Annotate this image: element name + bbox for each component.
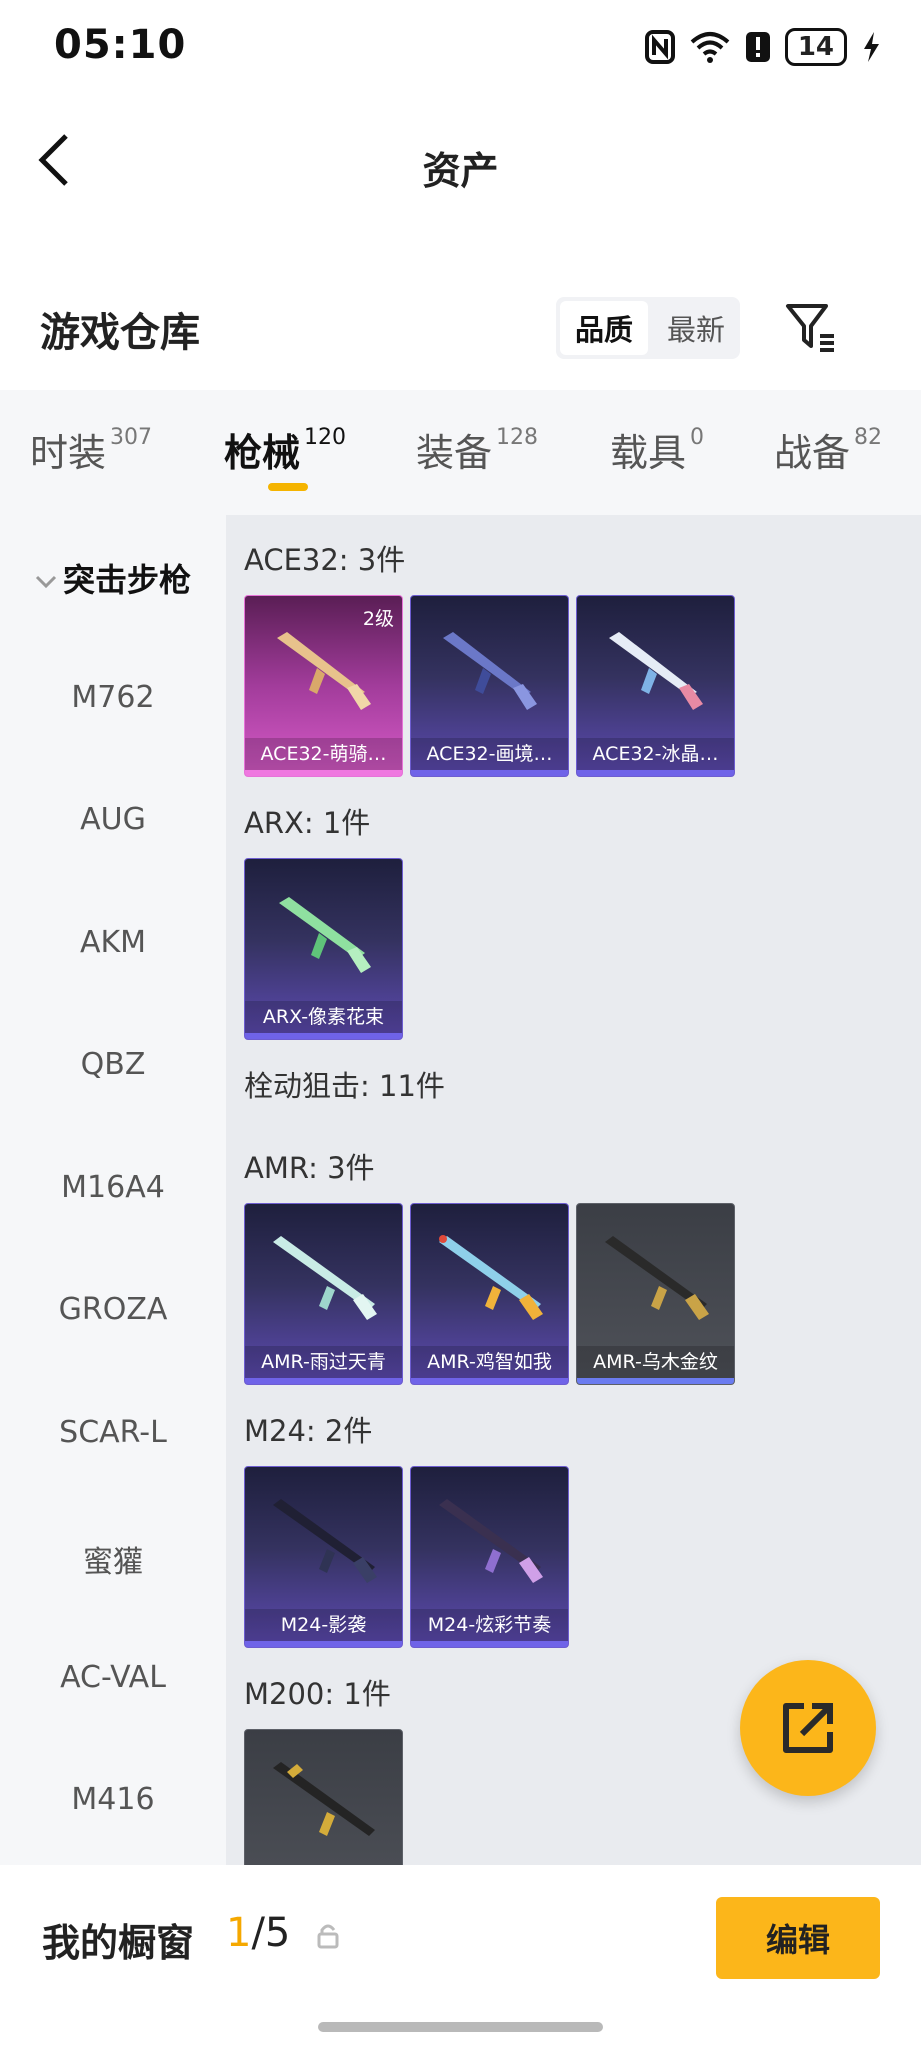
group-title: M24: 2件 <box>244 1414 373 1448</box>
sidebar-item[interactable]: M416 <box>0 1782 226 1817</box>
rarity-bar <box>411 1378 568 1384</box>
showcase-count: 1/5 <box>226 1910 291 1956</box>
group-title: ACE32: 3件 <box>244 543 406 577</box>
sidebar-item[interactable]: AUG <box>0 802 226 837</box>
filter-icon <box>786 304 834 352</box>
rarity-bar <box>245 1641 402 1647</box>
rarity-bar <box>577 770 734 776</box>
tab-supplies[interactable]: 战备 82 <box>774 422 882 477</box>
charging-icon <box>864 32 879 62</box>
page-title: 资产 <box>422 149 499 193</box>
weapon-name: ACE32-冰晶… <box>577 738 734 770</box>
battery-level: 14 <box>784 28 847 66</box>
weapon-card[interactable]: ACE32-画境… <box>410 595 569 777</box>
nfc-icon <box>644 30 675 64</box>
rarity-bar <box>245 770 402 776</box>
weapon-card[interactable]: AMR-鸡智如我 <box>410 1203 569 1385</box>
group-title: 栓动狙击: 11件 <box>244 1069 445 1103</box>
tab-firearms[interactable]: 枪械 120 <box>224 422 346 477</box>
sidebar-item[interactable]: AKM <box>0 925 226 960</box>
weapon-card[interactable]: AMR-雨过天青 <box>244 1203 403 1385</box>
weapon-sidebar: 突击步枪 M762 AUG AKM QBZ M16A4 GROZA SCAR-L… <box>0 515 226 1865</box>
sniper-rifle-icon <box>273 1236 377 1320</box>
weapon-name: AMR-乌木金纹 <box>577 1346 734 1378</box>
sniper-rifle-icon <box>605 1236 709 1320</box>
share-button[interactable] <box>740 1660 876 1796</box>
tab-fashion[interactable]: 时装 307 <box>30 422 152 477</box>
tab-equipment[interactable]: 装备 128 <box>416 422 538 477</box>
rifle-icon <box>279 897 371 973</box>
weapon-card[interactable]: ACE32-冰晶… <box>576 595 735 777</box>
home-indicator[interactable] <box>318 2022 603 2032</box>
sidebar-item[interactable]: GROZA <box>0 1292 226 1327</box>
sniper-rifle-icon <box>439 1235 543 1320</box>
sidebar-item[interactable]: M16A4 <box>0 1170 226 1205</box>
sort-toggle: 品质 最新 <box>556 297 740 359</box>
status-bar: 05:10 14 <box>0 0 921 100</box>
rarity-bar <box>411 1641 568 1647</box>
weapon-name: ACE32-画境… <box>411 738 568 770</box>
rifle-icon <box>277 632 371 710</box>
rarity-bar <box>245 1378 402 1384</box>
sidebar-item[interactable]: M762 <box>0 680 226 715</box>
weapon-card[interactable]: M24-炫彩节奏 <box>410 1466 569 1648</box>
group-title: AMR: 3件 <box>244 1151 375 1185</box>
lock-icon <box>317 1924 339 1949</box>
weapon-name: M24-影袭 <box>245 1609 402 1641</box>
weapon-name: AMR-雨过天青 <box>245 1346 402 1378</box>
sort-newest[interactable]: 最新 <box>652 297 740 359</box>
showcase-label: 我的橱窗 <box>42 1921 195 1965</box>
weapon-card[interactable] <box>244 1729 403 1865</box>
group-title: M200: 1件 <box>244 1677 391 1711</box>
sniper-rifle-icon <box>439 1499 543 1583</box>
status-time: 05:10 <box>54 22 187 68</box>
group-title: ARX: 1件 <box>244 806 371 840</box>
weapon-name: M24-炫彩节奏 <box>411 1609 568 1641</box>
sidebar-category-assault-rifles[interactable]: 突击步枪 <box>0 555 226 601</box>
wifi-icon <box>690 32 730 63</box>
weapon-card[interactable]: AMR-乌木金纹 <box>576 1203 735 1385</box>
share-icon <box>783 1703 833 1753</box>
weapon-card[interactable]: M24-影袭 <box>244 1466 403 1648</box>
rifle-icon <box>609 632 703 710</box>
tab-vehicles[interactable]: 载具 0 <box>610 422 704 477</box>
sniper-rifle-icon <box>273 1762 375 1836</box>
sidebar-item[interactable]: 蜜獾 <box>0 1537 226 1581</box>
sidebar-item[interactable]: SCAR-L <box>0 1415 226 1450</box>
category-tabs: 时装 307 枪械 120 装备 128 载具 0 战备 82 <box>0 390 921 515</box>
active-tab-indicator <box>268 483 308 491</box>
weapon-card[interactable]: ARX-像素花束 <box>244 858 403 1040</box>
sidebar-item[interactable]: QBZ <box>0 1047 226 1082</box>
rarity-bar <box>577 1378 734 1384</box>
weapon-name: ACE32-萌骑… <box>245 738 402 770</box>
level-badge: 2级 <box>362 608 394 630</box>
edit-button[interactable]: 编辑 <box>716 1897 880 1979</box>
filter-button[interactable] <box>784 300 844 360</box>
weapon-name: ARX-像素花束 <box>245 1001 402 1033</box>
rarity-bar <box>411 770 568 776</box>
status-icons: 14 <box>644 28 881 66</box>
sort-quality[interactable]: 品质 <box>560 301 648 355</box>
section-title: 游戏仓库 <box>40 310 200 356</box>
weapon-name: AMR-鸡智如我 <box>411 1346 568 1378</box>
alert-icon <box>745 32 770 62</box>
sniper-rifle-icon <box>273 1499 377 1583</box>
rifle-icon <box>443 632 537 710</box>
chevron-down-icon <box>35 575 57 589</box>
sidebar-item[interactable]: AC-VAL <box>0 1660 226 1695</box>
rarity-bar <box>245 1033 402 1039</box>
weapon-card[interactable]: 2级 ACE32-萌骑… <box>244 595 403 777</box>
